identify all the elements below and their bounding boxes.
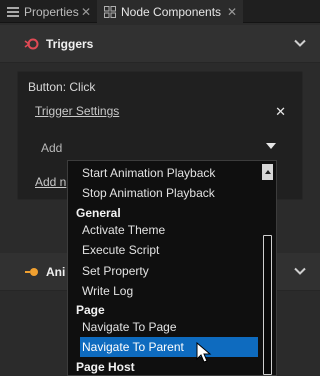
item-label: Navigate To Parent (82, 340, 184, 354)
chevron-down-icon[interactable] (294, 265, 306, 277)
section-title: Ani (46, 264, 66, 279)
list-item[interactable]: Write Log (68, 281, 260, 301)
item-label: Execute Script (82, 243, 160, 257)
list-item[interactable]: Set Property (68, 261, 260, 281)
group-header: Page Host (68, 358, 260, 375)
trigger-icon (24, 38, 39, 49)
group-label: Page (76, 303, 105, 317)
trigger-title: Button: Click (28, 80, 96, 94)
tab-label: Node Components (121, 4, 222, 19)
item-label: Activate Theme (82, 223, 166, 237)
trigger-settings-link[interactable]: Trigger Settings (35, 104, 119, 118)
add-action-dropdown[interactable] (66, 135, 280, 159)
list-item[interactable]: Navigate To Page (68, 317, 260, 337)
section-title: Triggers (46, 36, 94, 51)
item-label: Start Animation Playback (82, 166, 216, 180)
tab-bar: Properties ✕ Node Components ✕ (0, 0, 320, 23)
list-item-selected[interactable]: Navigate To Parent (80, 337, 258, 357)
close-icon[interactable]: ✕ (227, 5, 237, 19)
scrollbar-thumb[interactable] (263, 235, 272, 375)
item-label: Stop Animation Playback (82, 186, 215, 200)
list-item[interactable]: Execute Script (68, 240, 260, 260)
tab-node-components[interactable]: Node Components ✕ (97, 0, 243, 23)
animation-icon (25, 267, 38, 276)
group-label: Page Host (76, 360, 135, 374)
tab-label: Properties (24, 4, 79, 19)
list-item[interactable]: Activate Theme (68, 220, 260, 240)
list-item[interactable]: Start Animation Playback (68, 163, 260, 183)
list-item[interactable]: Stop Animation Playback (68, 183, 260, 203)
add-label: Add (41, 141, 63, 155)
scroll-up-icon[interactable] (262, 164, 273, 180)
item-label: Write Log (82, 284, 134, 298)
mouse-cursor-icon (196, 342, 212, 363)
dropdown-arrow-icon[interactable] (266, 143, 276, 149)
triggers-section-header[interactable]: Triggers (0, 25, 320, 63)
close-icon[interactable]: ✕ (81, 5, 91, 19)
item-label: Navigate To Page (82, 320, 177, 334)
tab-properties[interactable]: Properties ✕ (0, 0, 97, 23)
chevron-down-icon[interactable] (294, 37, 306, 49)
list-icon (6, 6, 20, 18)
action-dropdown-list[interactable]: Start Animation Playback Stop Animation … (67, 160, 277, 376)
close-icon[interactable]: ✕ (275, 104, 286, 120)
add-link[interactable]: Add n (35, 175, 66, 189)
item-label: Set Property (82, 264, 149, 278)
group-label: General (76, 206, 121, 220)
component-icon (103, 5, 117, 18)
